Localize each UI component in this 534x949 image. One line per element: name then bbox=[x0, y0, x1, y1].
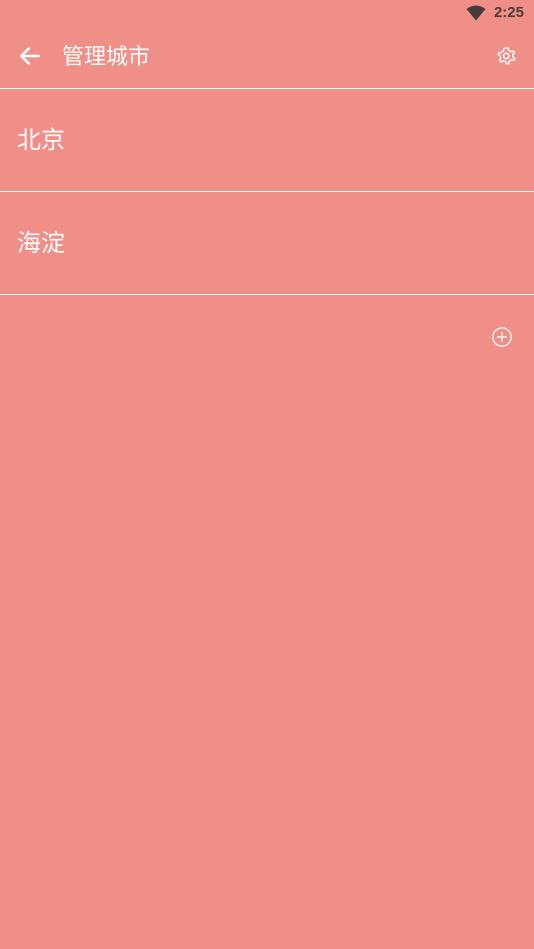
toolbar: 管理城市 bbox=[0, 28, 534, 89]
list-item[interactable]: 北京 bbox=[0, 89, 534, 192]
add-city-button[interactable] bbox=[490, 327, 514, 351]
city-name: 海淀 bbox=[17, 229, 65, 257]
back-button[interactable] bbox=[14, 42, 46, 74]
status-bar: 2:25 bbox=[0, 0, 534, 28]
manage-cities-screen: 2:25 管理城市 北京 海淀 bbox=[0, 0, 534, 949]
arrow-left-icon bbox=[17, 43, 43, 73]
city-name: 北京 bbox=[17, 126, 65, 154]
city-list: 北京 海淀 bbox=[0, 89, 534, 295]
settings-button[interactable] bbox=[492, 44, 520, 72]
status-time: 2:25 bbox=[493, 4, 524, 21]
page-title: 管理城市 bbox=[62, 45, 151, 70]
gear-icon bbox=[495, 45, 517, 71]
plus-circle-icon bbox=[491, 326, 513, 352]
wifi-icon bbox=[466, 5, 486, 21]
list-item[interactable]: 海淀 bbox=[0, 192, 534, 295]
status-right: 2:25 bbox=[466, 4, 524, 21]
